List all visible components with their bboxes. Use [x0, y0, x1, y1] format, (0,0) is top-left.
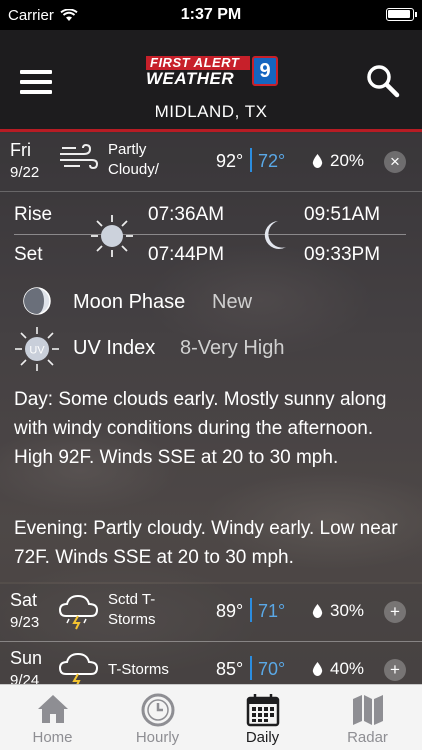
sun-divider	[14, 234, 406, 235]
set-label: Set	[14, 244, 43, 265]
crescent-moon-icon	[264, 221, 286, 249]
tab-home[interactable]: Home	[0, 685, 105, 750]
search-button[interactable]	[366, 64, 400, 98]
uv-index-label: UV Index	[73, 337, 156, 359]
day-date: 9/23	[10, 614, 40, 631]
condition-text: Partly Cloudy/	[108, 141, 159, 178]
uv-icon-text: UV	[29, 345, 45, 357]
uv-index-value: 8-Very High	[180, 337, 285, 359]
rise-label: Rise	[14, 204, 53, 225]
evening-description: Evening: Partly cloudy. Windy early. Low…	[14, 518, 398, 568]
expand-button[interactable]: +	[384, 601, 406, 623]
logo-channel-badge: 9	[252, 56, 278, 86]
raindrop-icon	[312, 154, 323, 168]
precip-chance: 40%	[330, 659, 365, 678]
home-icon	[38, 695, 68, 723]
tab-bar: Home Hourly Daily Radar	[0, 684, 422, 750]
app-header: FIRST ALERT WEATHER 9 MIDLAND, TX	[0, 30, 422, 132]
menu-button[interactable]	[20, 70, 54, 96]
temp-separator	[250, 598, 252, 622]
clock-icon	[141, 693, 175, 727]
day-of-week: Sun	[10, 648, 43, 668]
high-temp: 92°	[216, 151, 244, 171]
tab-hourly-label: Hourly	[135, 729, 180, 746]
high-temp: 89°	[216, 601, 244, 621]
map-icon	[353, 695, 383, 725]
uv-index-icon: UV	[15, 327, 59, 371]
moon-phase-value: New	[212, 291, 253, 313]
collapse-button[interactable]: ×	[384, 151, 406, 173]
status-time: 1:37 PM	[180, 6, 242, 23]
logo-line2: WEATHER	[146, 70, 250, 87]
high-temp: 85°	[216, 659, 244, 679]
raindrop-icon	[312, 604, 323, 618]
logo-line1: FIRST ALERT	[146, 56, 250, 70]
moon-phase-label: Moon Phase	[73, 291, 186, 313]
sunset-time: 07:44PM	[148, 244, 225, 265]
first-alert-weather-logo: FIRST ALERT WEATHER 9	[146, 56, 278, 90]
tab-radar[interactable]: Radar	[315, 685, 420, 750]
precip-chance: 30%	[330, 601, 365, 620]
sun-icon	[91, 215, 133, 257]
day-of-week: Fri	[10, 140, 31, 160]
temp-separator	[250, 148, 252, 172]
temp-separator	[250, 656, 252, 680]
wind-icon	[60, 143, 99, 170]
day-row-fri[interactable]: Fri 9/22 Partly Cloudy/ 92° 72° 20% ×	[0, 134, 422, 192]
tab-home-label: Home	[32, 729, 73, 746]
sunrise-time: 07:36AM	[148, 204, 225, 225]
low-temp: 72°	[258, 151, 286, 171]
tab-radar-label: Radar	[347, 729, 388, 746]
thunderstorm-icon	[58, 652, 99, 688]
low-temp: 70°	[258, 659, 286, 679]
day-date: 9/22	[10, 164, 40, 181]
status-bar: Carrier 1:37 PM	[0, 0, 422, 30]
moon-phase-icon	[23, 287, 51, 315]
day-description: Day: Some clouds early. Mostly sunny alo…	[14, 389, 387, 468]
condition-text: Sctd T-Storms	[108, 591, 156, 628]
expand-button[interactable]: +	[384, 659, 406, 681]
calendar-icon	[246, 694, 280, 727]
tab-hourly[interactable]: Hourly	[105, 685, 210, 750]
day-detail-panel: Rise Set 07:36AM 07:44PM 09:51AM 09:33PM…	[0, 190, 422, 582]
location-title[interactable]: MIDLAND, TX	[0, 102, 422, 122]
raindrop-icon	[312, 662, 323, 676]
search-icon	[367, 65, 400, 98]
precip-chance: 20%	[330, 151, 365, 170]
tab-daily-label: Daily	[245, 729, 280, 746]
moonrise-time: 09:51AM	[304, 204, 381, 225]
day-of-week: Sat	[10, 590, 38, 610]
thunderstorm-icon	[58, 594, 99, 630]
low-temp: 71°	[258, 601, 286, 621]
battery-icon	[386, 8, 417, 21]
condition-text: T-Storms	[108, 661, 169, 678]
moonset-time: 09:33PM	[304, 244, 381, 265]
day-row-sat[interactable]: Sat 9/23 Sctd T-Storms 89° 71° 30% +	[0, 584, 422, 642]
tab-daily[interactable]: Daily	[210, 685, 315, 750]
